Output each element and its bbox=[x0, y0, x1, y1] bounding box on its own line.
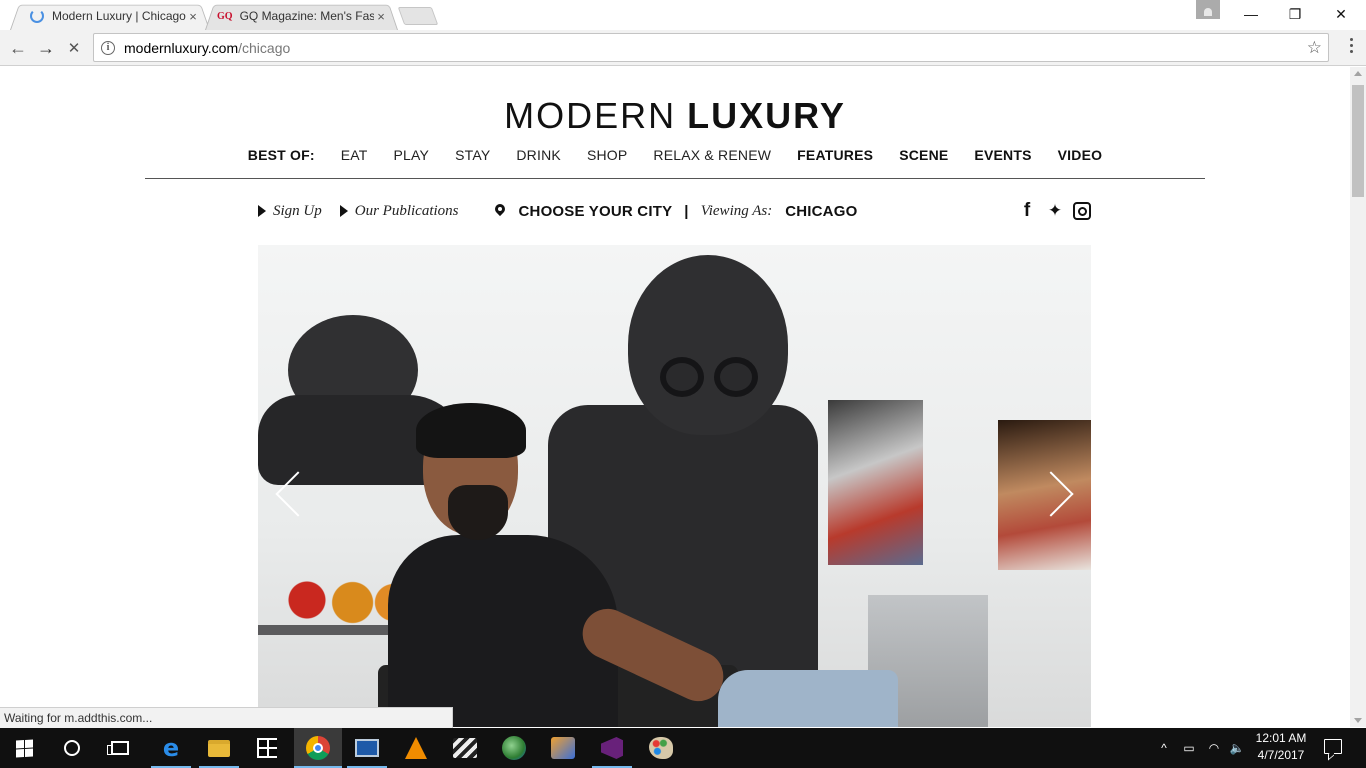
slideshow-prev-arrow-icon[interactable] bbox=[272, 470, 302, 522]
vlc-cone-icon bbox=[405, 737, 427, 759]
tab-modern-luxury[interactable]: Modern Luxury | Chicago × bbox=[10, 2, 210, 30]
system-clock[interactable]: 12:01 AM 4/7/2017 bbox=[1248, 730, 1314, 764]
paint-icon bbox=[551, 737, 575, 759]
clock-date: 4/7/2017 bbox=[1257, 748, 1305, 762]
social-links: f ✦ bbox=[1017, 200, 1091, 222]
page-scrollbar[interactable] bbox=[1350, 67, 1366, 727]
browser-toolbar: ← → ✕ i modernluxury.com/chicago ☆ bbox=[0, 30, 1366, 66]
twitter-icon[interactable]: ✦ bbox=[1045, 201, 1065, 221]
scrollbar-thumb[interactable] bbox=[1352, 85, 1364, 197]
tab-close-icon[interactable]: × bbox=[186, 9, 200, 24]
file-explorer-taskbar-button[interactable] bbox=[195, 728, 243, 768]
nav-play[interactable]: PLAY bbox=[381, 147, 443, 178]
windows-logo-icon bbox=[15, 739, 33, 757]
main-navigation: BEST OF: EAT PLAY STAY DRINK SHOP RELAX … bbox=[145, 147, 1205, 179]
tab-close-icon[interactable]: × bbox=[374, 9, 388, 24]
nav-features[interactable]: FEATURES bbox=[784, 147, 886, 178]
gq-favicon-icon: GQ bbox=[217, 10, 233, 22]
store-icon bbox=[257, 738, 277, 758]
clock-time: 12:01 AM bbox=[1255, 731, 1307, 745]
tab-title: GQ Magazine: Men's Fas bbox=[239, 9, 374, 23]
address-bar[interactable]: i modernluxury.com/chicago ☆ bbox=[93, 33, 1329, 62]
globe-app-taskbar-button[interactable] bbox=[490, 728, 538, 768]
paint-taskbar-button[interactable] bbox=[539, 728, 587, 768]
battery-icon[interactable]: ▭ bbox=[1180, 728, 1198, 768]
cortana-icon bbox=[64, 740, 80, 756]
our-publications-link[interactable]: Our Publications bbox=[355, 203, 459, 220]
visual-studio-icon bbox=[601, 737, 623, 759]
nav-best-of: BEST OF: bbox=[247, 147, 315, 163]
movie-maker-taskbar-button[interactable] bbox=[441, 728, 489, 768]
folder-icon bbox=[208, 739, 230, 757]
window-close-button[interactable]: ✕ bbox=[1318, 0, 1364, 28]
nav-scene[interactable]: SCENE bbox=[886, 147, 961, 178]
edge-icon: e bbox=[162, 734, 180, 762]
site-info-icon[interactable]: i bbox=[101, 40, 115, 55]
new-tab-button[interactable] bbox=[397, 7, 439, 25]
back-button[interactable]: ← bbox=[6, 36, 30, 60]
nav-stay[interactable]: STAY bbox=[442, 147, 503, 178]
loading-spinner-icon bbox=[30, 9, 44, 23]
site-logo[interactable]: MODERN LUXURY bbox=[0, 95, 1350, 137]
edge-taskbar-button[interactable]: e bbox=[147, 728, 195, 768]
slideshow-next-arrow-icon[interactable] bbox=[1047, 470, 1077, 522]
choose-city-button[interactable]: CHOOSE YOUR CITY bbox=[519, 203, 673, 220]
clapperboard-icon bbox=[453, 738, 477, 758]
vlc-taskbar-button[interactable] bbox=[392, 728, 440, 768]
visual-studio-taskbar-button[interactable] bbox=[588, 728, 636, 768]
restore-button[interactable]: ❐ bbox=[1272, 0, 1318, 28]
show-hidden-icons-button[interactable]: ^ bbox=[1156, 728, 1172, 768]
browser-titlebar: Modern Luxury | Chicago × GQ GQ Magazine… bbox=[0, 0, 1366, 30]
logo-bold-text: LUXURY bbox=[687, 95, 846, 136]
forward-button[interactable]: → bbox=[34, 36, 58, 60]
instagram-icon[interactable] bbox=[1073, 202, 1091, 220]
volume-icon[interactable]: 🔈 bbox=[1228, 728, 1246, 768]
hero-slideshow-image[interactable] bbox=[258, 245, 1091, 727]
browser-status-bar: Waiting for m.addthis.com... bbox=[0, 707, 453, 728]
palette-icon bbox=[649, 737, 673, 759]
monitor-icon bbox=[355, 739, 379, 757]
minimize-button[interactable]: — bbox=[1228, 0, 1274, 28]
task-view-icon bbox=[107, 741, 129, 755]
logo-light-text: MODERN bbox=[504, 95, 677, 136]
tab-title: Modern Luxury | Chicago bbox=[52, 9, 186, 23]
triangle-right-icon bbox=[258, 205, 266, 217]
separator: | bbox=[684, 202, 689, 220]
wifi-icon[interactable]: ◠ bbox=[1205, 728, 1223, 768]
scroll-up-icon[interactable] bbox=[1354, 71, 1362, 76]
task-view-button[interactable] bbox=[96, 728, 144, 768]
globe-icon bbox=[502, 736, 526, 760]
nav-video[interactable]: VIDEO bbox=[1045, 147, 1116, 178]
triangle-right-icon bbox=[339, 205, 348, 217]
bookmark-star-icon[interactable]: ☆ bbox=[1307, 38, 1322, 58]
store-taskbar-button[interactable] bbox=[243, 728, 291, 768]
remote-desktop-taskbar-button[interactable] bbox=[343, 728, 391, 768]
map-pin-icon bbox=[495, 204, 505, 218]
windows-taskbar: e ^ ▭ ◠ 🔈 12:01 AM 4/7/2017 bbox=[0, 728, 1366, 768]
current-city: CHICAGO bbox=[785, 202, 858, 220]
nav-events[interactable]: EVENTS bbox=[961, 147, 1044, 178]
scroll-down-icon[interactable] bbox=[1354, 718, 1362, 723]
start-button[interactable] bbox=[0, 728, 48, 768]
stop-button[interactable]: ✕ bbox=[62, 36, 86, 60]
chrome-icon bbox=[306, 736, 330, 760]
nav-eat[interactable]: EAT bbox=[328, 147, 381, 178]
url-host: modernluxury.com bbox=[124, 39, 239, 56]
viewing-as-label: Viewing As: bbox=[700, 202, 773, 219]
browser-menu-icon[interactable] bbox=[1341, 38, 1361, 53]
utility-bar: Sign Up Our Publications CHOOSE YOUR CIT… bbox=[258, 200, 1091, 222]
user-profile-icon[interactable] bbox=[1196, 0, 1220, 19]
facebook-icon[interactable]: f bbox=[1017, 200, 1037, 222]
sign-up-link[interactable]: Sign Up bbox=[273, 203, 322, 220]
url-path: /chicago bbox=[238, 39, 291, 56]
tab-gq-magazine[interactable]: GQ GQ Magazine: Men's Fas × bbox=[205, 2, 398, 30]
action-center-icon[interactable] bbox=[1324, 739, 1342, 754]
cortana-button[interactable] bbox=[48, 728, 96, 768]
chrome-taskbar-button[interactable] bbox=[294, 728, 342, 768]
page-viewport: MODERN LUXURY BEST OF: EAT PLAY STAY DRI… bbox=[0, 67, 1350, 727]
nav-relax-renew[interactable]: RELAX & RENEW bbox=[640, 147, 784, 178]
nav-drink[interactable]: DRINK bbox=[503, 147, 574, 178]
nav-shop[interactable]: SHOP bbox=[574, 147, 640, 178]
fresh-paint-taskbar-button[interactable] bbox=[637, 728, 685, 768]
